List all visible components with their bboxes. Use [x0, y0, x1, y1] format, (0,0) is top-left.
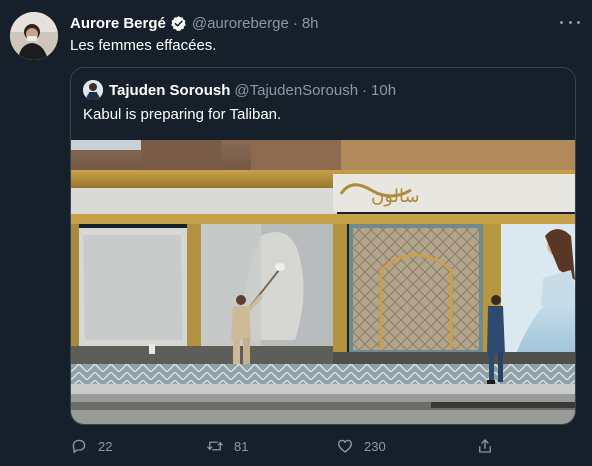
quoted-tweet-time: 10h: [371, 81, 397, 99]
quoted-author-name: Tajuden Soroush: [109, 81, 231, 99]
retweet-button[interactable]: 81: [206, 434, 248, 458]
tweet-header: Aurore Bergé @auroreberge · 8h: [70, 12, 319, 34]
share-icon: [479, 439, 491, 453]
quoted-author-avatar: [83, 80, 103, 100]
reply-icon: [72, 439, 86, 454]
like-count: 230: [364, 438, 386, 454]
tweet[interactable]: Aurore Bergé @auroreberge · 8h Les femme…: [0, 0, 592, 466]
tweet-time[interactable]: 8h: [302, 15, 319, 32]
header-separator: ·: [292, 14, 298, 32]
quoted-tweet-text: Kabul is preparing for Taliban.: [83, 106, 282, 123]
quoted-header-separator: ·: [362, 81, 368, 99]
tweet-actions: 22 81 230: [70, 434, 520, 458]
retweet-icon: [207, 441, 223, 451]
reply-button[interactable]: 22: [70, 434, 112, 458]
quoted-tweet-header: Tajuden Soroush @TajudenSoroush · 10h: [83, 80, 396, 100]
author-avatar[interactable]: [10, 12, 58, 60]
share-button[interactable]: [476, 434, 494, 458]
reply-count: 22: [98, 438, 113, 454]
quoted-tweet-photo[interactable]: سالون: [71, 140, 575, 424]
author-name[interactable]: Aurore Bergé: [70, 15, 166, 32]
heart-icon: [337, 439, 353, 453]
verified-badge-icon: [170, 15, 187, 32]
quoted-author-handle: @TajudenSoroush: [234, 81, 359, 99]
quoted-tweet[interactable]: Tajuden Soroush @TajudenSoroush · 10h Ka…: [70, 67, 576, 425]
tweet-text: Les femmes effacées.: [70, 37, 217, 54]
author-handle[interactable]: @auroreberge: [192, 15, 289, 32]
like-button[interactable]: 230: [336, 434, 386, 458]
more-options-icon[interactable]: [560, 14, 580, 30]
retweet-count: 81: [234, 438, 249, 454]
